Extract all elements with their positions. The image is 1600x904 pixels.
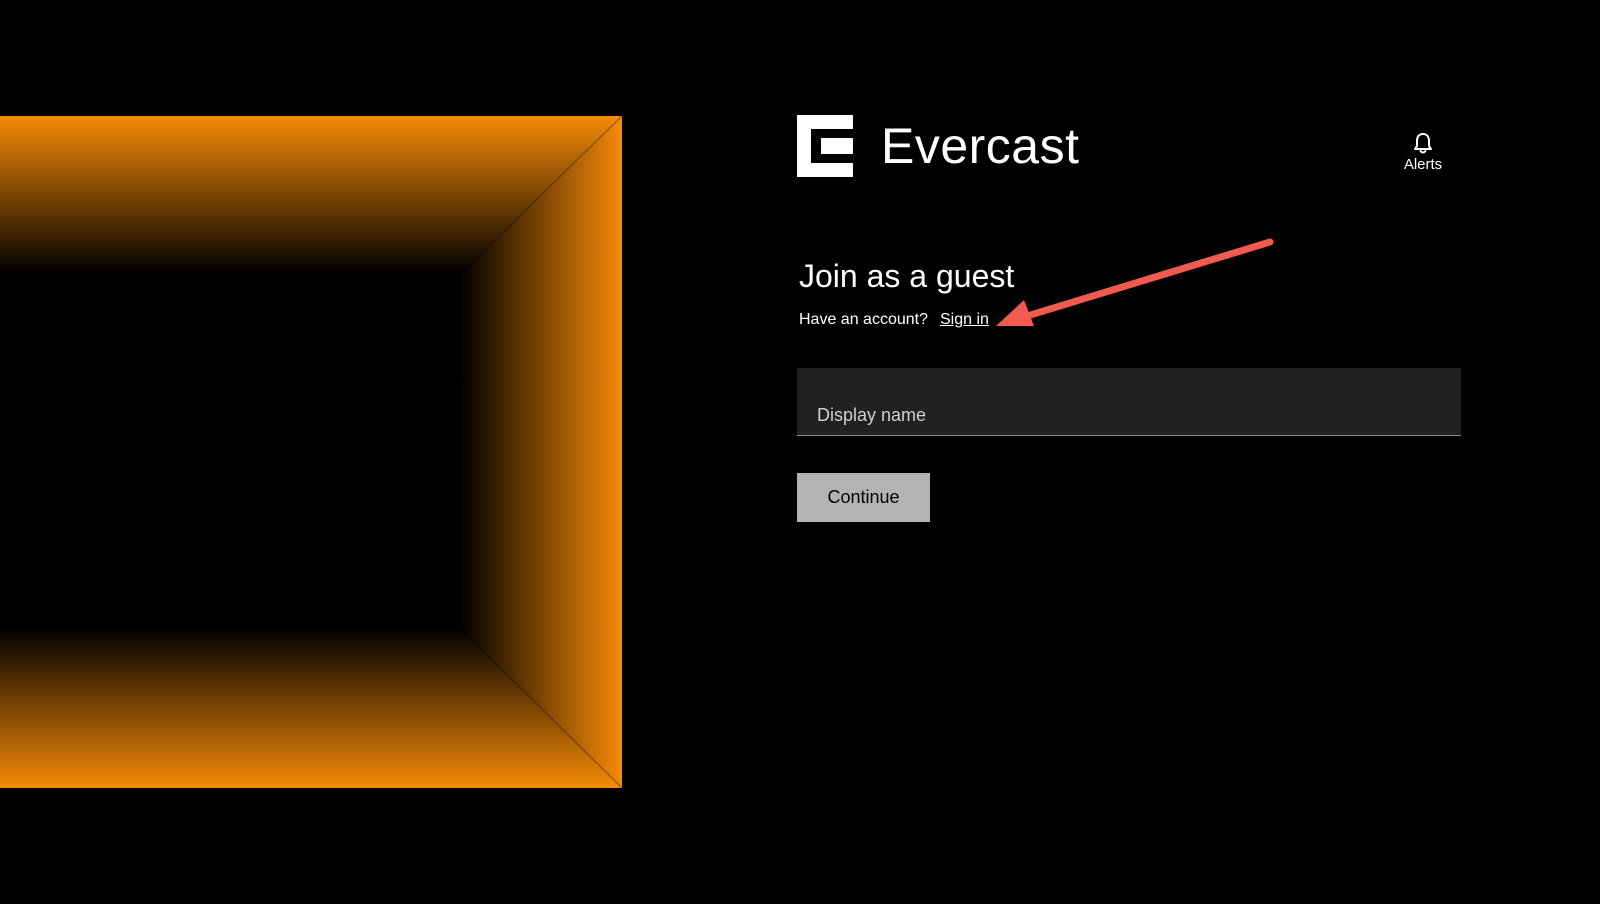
account-prompt-text: Have an account? [799, 311, 928, 328]
tunnel-illustration [0, 116, 622, 788]
alerts-button[interactable]: Alerts [1390, 132, 1456, 173]
annotation-arrow [996, 238, 1274, 326]
tunnel-graphic [0, 116, 622, 788]
guest-join-page: Evercast Alerts Join as a guest Have an … [0, 0, 1600, 904]
display-name-field [797, 368, 1461, 436]
continue-button[interactable]: Continue [797, 473, 930, 522]
alerts-label: Alerts [1403, 156, 1443, 173]
brand-name: Evercast [881, 118, 1080, 174]
evercast-e-logo-icon [797, 115, 853, 177]
page-title: Join as a guest [799, 258, 1015, 294]
account-prompt-row: Have an account? Sign in [799, 311, 989, 329]
display-name-input[interactable] [797, 368, 1461, 435]
bell-icon [1414, 133, 1432, 154]
signin-link[interactable]: Sign in [940, 311, 989, 328]
evercast-logo: Evercast [797, 115, 1080, 177]
